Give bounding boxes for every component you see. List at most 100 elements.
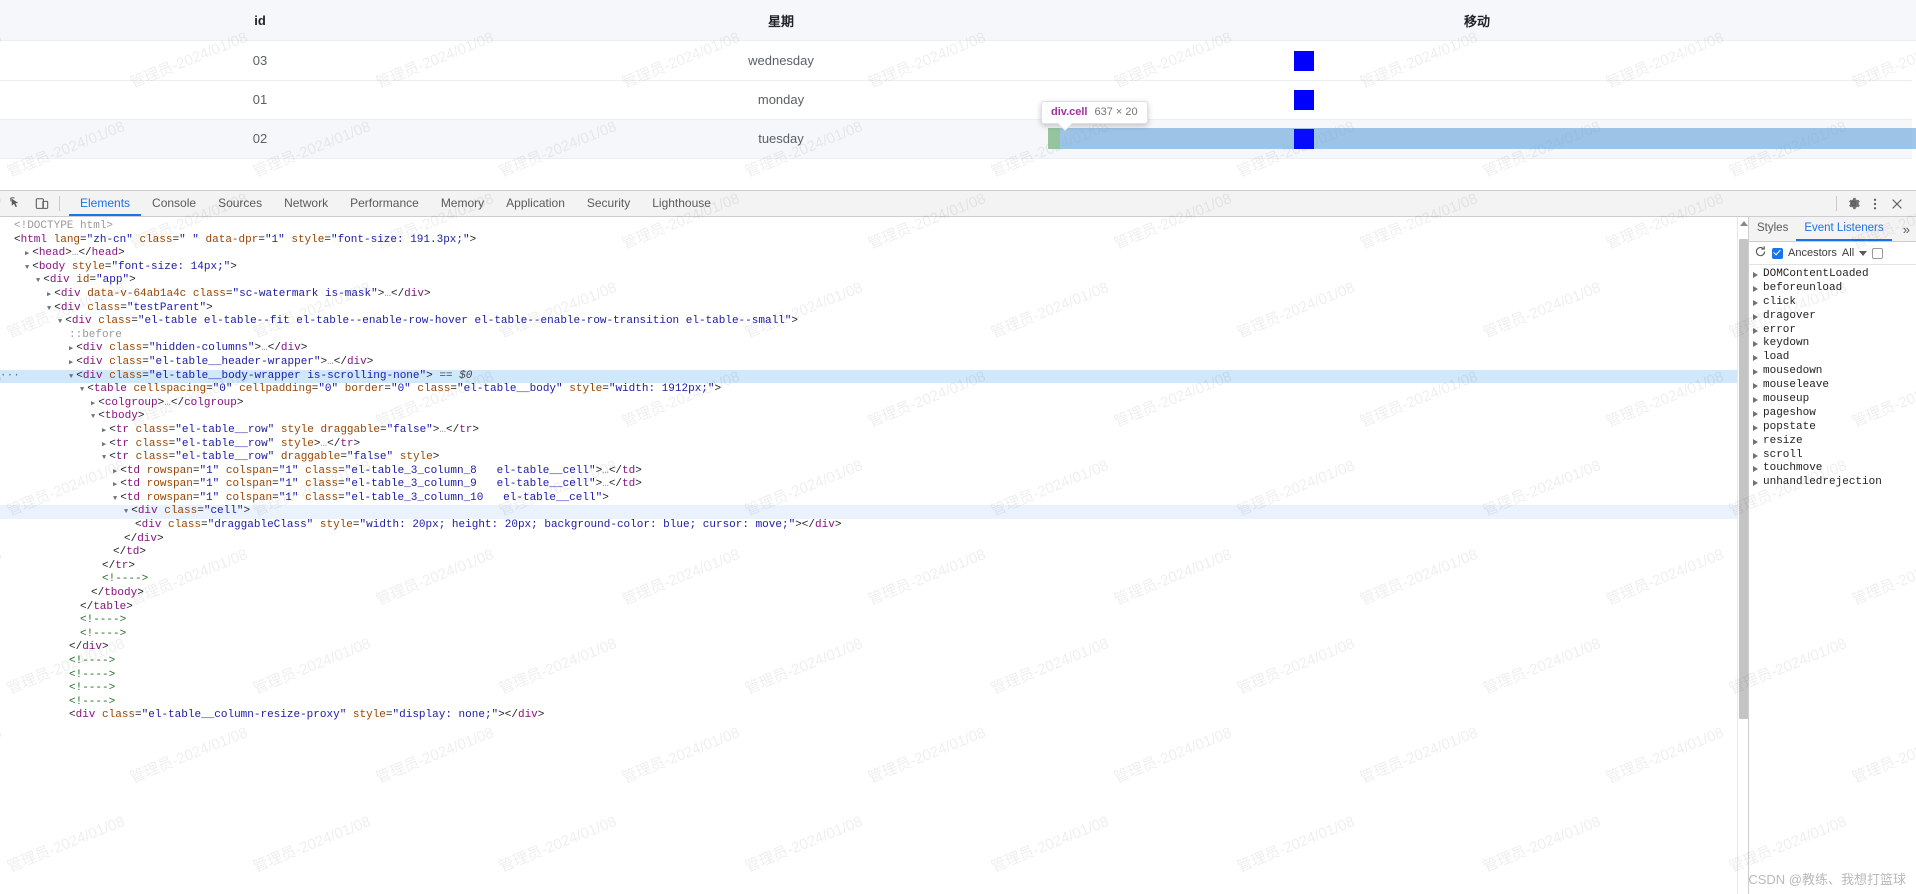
refresh-icon[interactable] [1754,245,1767,261]
chevron-right-icon[interactable]: ▶ [69,359,73,367]
chevron-right-icon[interactable] [1753,480,1758,487]
chevron-right-icon[interactable]: ▶ [69,345,73,353]
devtools-tab-elements[interactable]: Elements [69,191,142,216]
dom-tree-line[interactable]: <!----> [0,573,1737,587]
kebab-icon[interactable] [1864,193,1886,215]
chevron-right-icon[interactable]: ▶ [113,468,117,476]
chevron-down-icon[interactable]: ▼ [25,264,29,272]
draggable-handle[interactable] [1294,51,1314,71]
dom-tree-line[interactable]: ▼ <div class="el-table__body-wrapper is-s… [0,369,1737,384]
dom-tree-line[interactable]: <!----> [0,628,1737,642]
chevron-down-icon[interactable]: ▼ [124,508,128,516]
chevron-right-icon[interactable]: ▶ [102,441,106,449]
chevron-right-icon[interactable] [1753,271,1758,278]
dom-tree-line[interactable]: ▶ <head>…</head> [0,247,1737,261]
event-scope-label[interactable]: All [1842,247,1854,259]
dom-tree-line[interactable]: ▼ <div class="testParent"> [0,302,1737,316]
dom-tree-line[interactable]: </tr> [0,560,1737,574]
dom-tree-line[interactable]: ▶ <tr class="el-table__row" style draggab… [0,424,1737,438]
event-listener-item[interactable]: scroll [1749,449,1916,463]
chevron-right-icon[interactable] [1753,355,1758,362]
scrollbar-thumb[interactable] [1739,239,1748,719]
dom-tree-line[interactable]: ▼ <td rowspan="1" colspan="1" class="el-t… [0,492,1737,506]
chevron-right-icon[interactable] [1753,424,1758,431]
dom-tree-line[interactable]: ▼ <div class="cell"> [0,505,1737,520]
dom-tree-line[interactable]: ▼ <table cellspacing="0" cellpadding="0" … [0,383,1737,397]
devtools-tab-sources[interactable]: Sources [207,191,273,216]
devtools-tab-security[interactable]: Security [576,191,641,216]
dom-tree-line[interactable]: ::before [0,329,1737,343]
chevron-right-icon[interactable] [1753,369,1758,376]
chevron-down-icon[interactable] [1859,250,1868,256]
dom-tree-line[interactable]: ▶ <td rowspan="1" colspan="1" class="el-t… [0,478,1737,492]
dom-tree-line[interactable]: <div class="el-table__column-resize-prox… [0,709,1737,723]
devtools-tab-performance[interactable]: Performance [339,191,430,216]
chevron-right-icon[interactable] [1753,285,1758,292]
dom-tree-line[interactable]: <!DOCTYPE html> [0,220,1737,234]
sidebar-more-tabs-icon[interactable]: » [1897,217,1916,241]
column-header-id[interactable]: id [0,0,520,40]
devtools-tab-application[interactable]: Application [495,191,576,216]
event-listener-item[interactable]: mouseup [1749,393,1916,407]
dom-tree-line[interactable]: ▼ <div id="app"> [0,274,1737,288]
table-row[interactable]: 01 monday [0,80,1912,120]
table-row[interactable]: 03 wednesday [0,41,1912,81]
event-listener-item[interactable]: pageshow [1749,407,1916,421]
framework-listeners-checkbox[interactable] [1872,247,1884,259]
chevron-right-icon[interactable]: ▶ [102,427,106,435]
dom-tree-line[interactable]: </td> [0,546,1737,560]
dom-tree-line[interactable]: ▶ <td rowspan="1" colspan="1" class="el-t… [0,465,1737,479]
dom-tree-line[interactable]: ▶ <div data-v-64ab1a4c class="sc-watermar… [0,288,1737,302]
chevron-down-icon[interactable]: ▼ [69,373,73,381]
chevron-down-icon[interactable]: ▼ [58,318,62,326]
event-listener-item[interactable]: dragover [1749,310,1916,324]
dom-tree-line[interactable]: <!----> [0,682,1737,696]
dom-tree-line[interactable]: <!----> [0,655,1737,669]
dom-tree-pane[interactable]: <!DOCTYPE html> <html lang="zh-cn" class=… [0,217,1737,894]
chevron-right-icon[interactable] [1753,396,1758,403]
sidebar-tab-styles[interactable]: Styles [1749,217,1796,241]
chevron-right-icon[interactable] [1753,438,1758,445]
dom-tree-line[interactable]: ▼ <tr class="el-table__row" draggable="fa… [0,451,1737,465]
dom-tree-scrollbar[interactable] [1737,217,1748,894]
dom-tree-line[interactable]: </table> [0,601,1737,615]
chevron-down-icon[interactable]: ▼ [47,305,51,313]
event-listener-item[interactable]: resize [1749,435,1916,449]
chevron-right-icon[interactable] [1753,299,1758,306]
dom-tree-line[interactable]: ▼ <tbody> [0,410,1737,424]
ancestors-checkbox[interactable] [1772,247,1783,259]
devtools-tab-console[interactable]: Console [141,191,207,216]
chevron-right-icon[interactable]: ▶ [47,291,51,299]
chevron-right-icon[interactable] [1753,313,1758,320]
event-listener-item[interactable]: unhandledrejection [1749,476,1916,490]
dom-tree-line[interactable]: <!----> [0,696,1737,710]
event-listener-item[interactable]: error [1749,324,1916,338]
devtools-tab-network[interactable]: Network [273,191,339,216]
device-toolbar-icon[interactable] [29,192,54,216]
event-listener-item[interactable]: keydown [1749,337,1916,351]
close-icon[interactable] [1886,193,1908,215]
dom-tree-line[interactable]: </div> [0,641,1737,655]
draggable-handle[interactable] [1294,90,1314,110]
dom-tree-line[interactable]: <!----> [0,669,1737,683]
chevron-right-icon[interactable] [1753,410,1758,417]
dom-tree-line[interactable]: ▶ <div class="el-table__header-wrapper">…… [0,356,1737,370]
scroll-up-arrow[interactable] [1740,221,1748,226]
devtools-tab-lighthouse[interactable]: Lighthouse [641,191,722,216]
chevron-right-icon[interactable] [1753,327,1758,334]
gear-icon[interactable] [1842,193,1864,215]
event-listener-item[interactable]: load [1749,351,1916,365]
dom-tree-line[interactable]: ▶ <colgroup>…</colgroup> [0,397,1737,411]
dom-tree-line[interactable]: ▼ <body style="font-size: 14px;"> [0,261,1737,275]
column-header-move[interactable]: 移动 [1042,0,1912,40]
event-listener-item[interactable]: click [1749,296,1916,310]
chevron-right-icon[interactable] [1753,466,1758,473]
chevron-right-icon[interactable] [1753,341,1758,348]
event-listener-item[interactable]: popstate [1749,421,1916,435]
chevron-right-icon[interactable] [1753,452,1758,459]
devtools-tab-memory[interactable]: Memory [430,191,495,216]
dom-tree-line[interactable]: </div> [0,533,1737,547]
chevron-down-icon[interactable]: ▼ [102,454,106,462]
chevron-down-icon[interactable]: ▼ [91,413,95,421]
event-listener-item[interactable]: mousedown [1749,365,1916,379]
